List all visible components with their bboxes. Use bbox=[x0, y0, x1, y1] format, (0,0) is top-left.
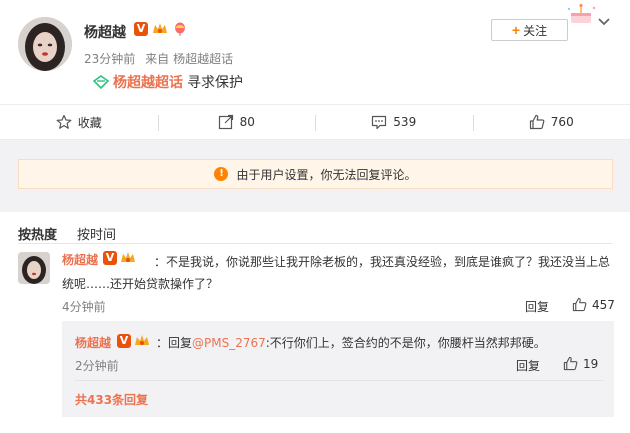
post-source-prefix: 来自 bbox=[145, 52, 170, 66]
balloon-badge-icon bbox=[175, 22, 185, 36]
divider bbox=[75, 380, 603, 381]
plus-icon: + bbox=[511, 22, 521, 38]
verified-v-icon: V bbox=[134, 22, 148, 36]
topic-diamond-icon bbox=[93, 75, 109, 89]
comment-button[interactable]: 539 bbox=[315, 105, 473, 139]
commenter-avatar[interactable] bbox=[18, 252, 50, 284]
commenter-badges: V bbox=[103, 251, 136, 265]
post-time[interactable]: 23分钟前 bbox=[84, 52, 135, 66]
follow-button[interactable]: + 关注 bbox=[491, 19, 568, 41]
topic-link[interactable]: 杨超越超话 bbox=[113, 72, 183, 92]
post-meta: 23分钟前 来自 杨超越超话 bbox=[84, 50, 233, 67]
reply-prefix: ：回复 bbox=[156, 336, 193, 350]
author-badges: V bbox=[134, 22, 188, 36]
topic-line: 杨超越超话 寻求保护 bbox=[93, 72, 243, 92]
repost-count: 80 bbox=[239, 115, 255, 129]
tab-sort-hot[interactable]: 按热度 bbox=[18, 224, 57, 243]
chevron-down-icon[interactable] bbox=[596, 14, 612, 30]
comment-like-button[interactable]: 457 bbox=[572, 297, 615, 312]
sort-tabs: 按热度 按时间 bbox=[18, 224, 116, 243]
reply-mention-link[interactable]: @PMS_2767 bbox=[192, 336, 266, 350]
comment-time: 4分钟前 bbox=[62, 300, 106, 314]
like-count: 760 bbox=[550, 115, 574, 129]
crown-badge-icon bbox=[153, 23, 167, 33]
repost-icon bbox=[218, 114, 233, 130]
action-bar: 收藏 80 539 760 bbox=[0, 104, 630, 140]
comment-count: 539 bbox=[393, 115, 417, 129]
star-icon bbox=[56, 114, 72, 129]
avatar-image-icon bbox=[18, 17, 72, 71]
reply-author-name[interactable]: 杨超越 bbox=[75, 334, 111, 351]
thumbs-up-icon bbox=[563, 356, 578, 371]
crown-badge-icon bbox=[135, 335, 149, 345]
favorite-button[interactable]: 收藏 bbox=[0, 105, 158, 139]
reply-reply-button[interactable]: 回复 bbox=[516, 357, 540, 374]
repost-button[interactable]: 80 bbox=[157, 105, 316, 139]
divider bbox=[18, 243, 612, 244]
cake-decoration-icon bbox=[567, 3, 596, 23]
comment-like-count: 457 bbox=[592, 297, 615, 312]
notice-text: 由于用户设置，你无法回复评论。 bbox=[236, 167, 417, 182]
reply-like-count: 19 bbox=[583, 356, 599, 371]
post-source[interactable]: 杨超越超话 bbox=[173, 52, 233, 66]
reply-time: 2分钟前 bbox=[75, 359, 119, 373]
favorite-label: 收藏 bbox=[77, 115, 102, 130]
follow-label: 关注 bbox=[523, 23, 548, 38]
reply-restriction-notice: ! 由于用户设置，你无法回复评论。 bbox=[18, 159, 613, 189]
author-avatar[interactable] bbox=[18, 17, 72, 71]
like-button[interactable]: 760 bbox=[472, 105, 630, 139]
reply-like-button[interactable]: 19 bbox=[563, 356, 598, 371]
warning-icon: ! bbox=[214, 167, 229, 181]
commenter-name[interactable]: 杨超越 bbox=[62, 251, 98, 268]
topic-text: 寻求保护 bbox=[187, 75, 243, 91]
verified-v-icon: V bbox=[117, 334, 131, 348]
reply-text: ：回复@PMS_2767:不行你们上，签合约的不是你，你腰杆当然邦邦硬。 bbox=[156, 334, 546, 351]
verified-v-icon: V bbox=[103, 251, 117, 265]
crown-badge-icon bbox=[121, 252, 135, 262]
thumbs-up-icon bbox=[572, 297, 587, 312]
reply-author-badges: V bbox=[117, 334, 150, 348]
reply-body: :不行你们上，签合约的不是你，你腰杆当然邦邦硬。 bbox=[265, 336, 546, 350]
more-replies-link[interactable]: 共433条回复 bbox=[75, 391, 148, 408]
comment-icon bbox=[372, 115, 387, 130]
author-name[interactable]: 杨超越 bbox=[84, 22, 126, 42]
tab-sort-time[interactable]: 按时间 bbox=[77, 224, 116, 243]
avatar-image-icon bbox=[18, 252, 50, 284]
thumbs-up-icon bbox=[529, 114, 545, 130]
comment-reply-button[interactable]: 回复 bbox=[525, 298, 549, 315]
comment-text: ：不是我说，你说那些让我开除老板的，我还真没经验，到底是谁疯了？我还没当上总统呢… bbox=[62, 255, 611, 291]
